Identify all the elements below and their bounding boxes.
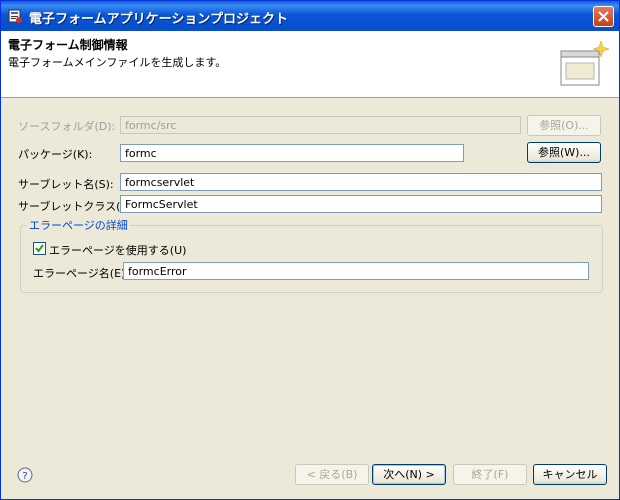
help-icon[interactable]: ?: [17, 467, 33, 483]
servlet-class-input[interactable]: [120, 195, 602, 213]
header-banner: 電子フォーム制御情報 電子フォームメインファイルを生成します。: [1, 31, 619, 98]
source-folder-browse-button[interactable]: 参照(O)...: [527, 115, 601, 136]
error-page-group: [20, 225, 603, 293]
banner-description: 電子フォームメインファイルを生成します。: [8, 56, 227, 69]
servlet-name-label: サーブレット名(S):: [18, 178, 114, 191]
finish-button[interactable]: 終了(F): [453, 464, 527, 485]
back-button[interactable]: < 戻る(B): [295, 464, 369, 485]
svg-text:?: ?: [22, 471, 27, 482]
package-label: パッケージ(K):: [18, 148, 93, 161]
servlet-class-label: サーブレットクラス(C):: [18, 200, 137, 213]
wizard-dialog: 電子フォームアプリケーションプロジェクト 電子フォーム制御情報 電子フォームメイ…: [0, 0, 620, 500]
package-input[interactable]: [120, 144, 464, 162]
package-browse-button[interactable]: 参照(W)...: [527, 142, 601, 163]
banner-title: 電子フォーム制御情報: [8, 38, 128, 52]
error-page-group-title: エラーページの詳細: [27, 217, 130, 233]
wizard-banner-icon: [560, 40, 609, 86]
window-title: 電子フォームアプリケーションプロジェクト: [29, 12, 288, 27]
error-page-name-label: エラーページ名(E):: [33, 267, 130, 280]
servlet-name-input[interactable]: [120, 173, 602, 191]
title-bar[interactable]: 電子フォームアプリケーションプロジェクト: [1, 1, 619, 31]
close-button[interactable]: [593, 6, 614, 27]
source-folder-input[interactable]: [120, 116, 521, 134]
application-icon: [8, 9, 22, 23]
use-error-page-checkbox[interactable]: [33, 242, 46, 255]
cancel-button[interactable]: キャンセル: [533, 464, 607, 485]
checkmark-icon: [35, 244, 44, 253]
source-folder-label: ソースフォルダ(D):: [18, 120, 116, 133]
close-icon: [598, 11, 609, 22]
error-page-name-input[interactable]: [123, 262, 589, 280]
use-error-page-label[interactable]: エラーページを使用する(U): [49, 242, 186, 258]
next-button[interactable]: 次へ(N) >: [372, 464, 446, 485]
